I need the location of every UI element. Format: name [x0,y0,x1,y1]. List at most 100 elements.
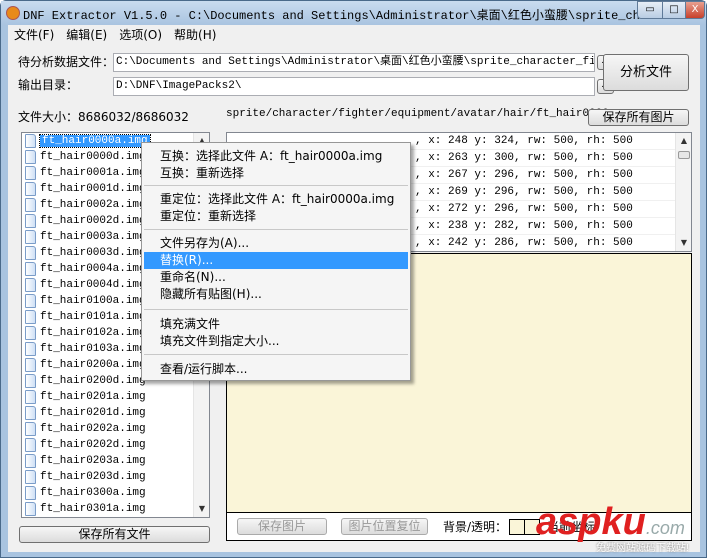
context-menu-item[interactable]: 填充满文件 [144,316,408,333]
save-image-button[interactable]: 保存图片 [237,518,327,535]
file-icon [25,182,36,196]
file-name: ft_hair0103a.img [40,343,146,355]
menu-options[interactable]: 选项(O) [113,25,168,43]
data-file-label: 待分析数据文件： [18,55,115,69]
file-icon [25,246,36,260]
file-name: ft_hair0300a.img [40,487,146,499]
watermark-tagline: 免费网站源码下载站! [596,543,689,554]
file-icon [25,134,36,148]
context-menu: 互换：选择此文件 A：ft_hair0000a.img 互换：重新选择 重定位：选择… [141,142,411,381]
maximize-button[interactable]: □ [662,1,686,19]
file-icon [25,326,36,340]
file-size-text: 文件大小：8686032/8686032 [18,110,189,124]
file-icon [25,406,36,420]
file-name: ft_hair0101a.img [40,311,146,323]
context-menu-item[interactable]: 重定位：重新选择 [144,208,408,225]
file-icon [25,390,36,404]
app-icon [6,6,20,20]
menu-separator [144,309,408,310]
data-file-input[interactable]: C:\Documents and Settings\Administrator\… [113,53,595,72]
scroll-up-icon[interactable]: ▲ [676,133,691,149]
file-name: ft_hair0202d.img [40,439,146,451]
save-all-files-button[interactable]: 保存所有文件 [19,526,210,543]
save-all-images-button[interactable]: 保存所有图片 [588,109,689,126]
watermark: aspku.com 免费网站源码下载站! [536,501,689,554]
file-icon [25,278,36,292]
menu-edit[interactable]: 编辑(E) [60,25,113,43]
context-menu-item[interactable]: 替换(R)... [144,252,408,269]
app-window: DNF Extractor V1.5.0 - C:\Documents and … [0,0,707,558]
context-menu-item[interactable]: 文件另存为(A)... [144,235,408,252]
file-icon [25,214,36,228]
file-icon [25,230,36,244]
context-menu-item[interactable]: 互换：选择此文件 A：ft_hair0000a.img [144,148,408,165]
file-list-item[interactable]: ft_hair0202d.img [22,437,209,453]
file-name: ft_hair0001a.img [40,167,146,179]
file-icon [25,150,36,164]
file-icon [25,166,36,180]
watermark-suffix: .com [645,518,685,538]
file-list-item[interactable]: ft_hair0300a.img [22,485,209,501]
frame-list-scrollbar[interactable]: ▲ ▼ [675,133,691,251]
file-name: ft_hair0301a.img [40,503,146,515]
context-menu-item[interactable]: 填充文件到指定大小... [144,333,408,350]
minimize-button[interactable]: ▭ [637,1,663,19]
file-list-item[interactable]: ft_hair0202a.img [22,421,209,437]
current-path-text: sprite/character/fighter/equipment/avata… [226,108,616,120]
file-name: ft_hair0000d.img [40,151,146,163]
context-menu-item[interactable]: 重定位：选择此文件 A：ft_hair0000a.img [144,191,408,208]
file-icon [25,454,36,468]
context-menu-item[interactable]: 隐藏所有贴图(H)... [144,286,408,303]
file-name: ft_hair0002d.img [40,215,146,227]
file-icon [25,198,36,212]
file-name: ft_hair0003d.img [40,247,146,259]
scroll-down-icon[interactable]: ▼ [676,235,691,251]
scroll-down-icon[interactable]: ▼ [194,501,209,517]
analyze-file-button[interactable]: 分析文件 [603,54,689,91]
scroll-thumb[interactable] [678,151,690,159]
file-name: ft_hair0202a.img [40,423,146,435]
file-name: ft_hair0200d.img [40,375,146,387]
output-dir-input[interactable]: D:\DNF\ImagePacks2\ [113,77,595,96]
file-name: ft_hair0201d.img [40,407,146,419]
file-list-item[interactable]: ft_hair0203d.img [22,469,209,485]
file-icon [25,342,36,356]
file-icon [25,310,36,324]
file-icon [25,358,36,372]
file-icon [25,486,36,500]
reset-position-button[interactable]: 图片位置复位 [341,518,428,535]
output-dir-label: 输出目录： [18,78,79,92]
file-name: ft_hair0100a.img [40,295,146,307]
file-icon [25,438,36,452]
file-icon [25,422,36,436]
file-name: ft_hair0003a.img [40,231,146,243]
background-color-swatch[interactable] [509,519,525,535]
background-label: 背景/透明： [443,520,508,534]
file-icon [25,262,36,276]
watermark-brand: aspku [536,501,646,543]
file-list-item[interactable]: ft_hair0203a.img [22,453,209,469]
close-button[interactable]: X [685,1,705,19]
file-name: ft_hair0001d.img [40,183,146,195]
menu-help[interactable]: 帮助(H) [168,25,222,43]
file-list-item[interactable]: ft_hair0301a.img [22,501,209,517]
file-icon [25,502,36,516]
file-name: ft_hair0002a.img [40,199,146,211]
menu-separator [144,229,408,230]
menu-separator [144,354,408,355]
file-name: ft_hair0004d.img [40,279,146,291]
menu-file[interactable]: 文件(F) [8,25,60,43]
file-name: ft_hair0004a.img [40,263,146,275]
context-menu-item[interactable]: 互换：重新选择 [144,165,408,182]
context-menu-item[interactable]: 查看/运行脚本... [144,361,408,378]
file-name: ft_hair0201a.img [40,391,146,403]
file-name: ft_hair0200a.img [40,359,146,371]
file-icon [25,470,36,484]
file-name: ft_hair0000a.img [39,134,151,148]
file-name: ft_hair0203a.img [40,455,146,467]
file-list-item[interactable]: ft_hair0201a.img [22,389,209,405]
file-list-item[interactable]: ft_hair0201d.img [22,405,209,421]
file-name: ft_hair0203d.img [40,471,146,483]
context-menu-item[interactable]: 重命名(N)... [144,269,408,286]
window-title: DNF Extractor V1.5.0 - C:\Documents and … [23,9,684,23]
